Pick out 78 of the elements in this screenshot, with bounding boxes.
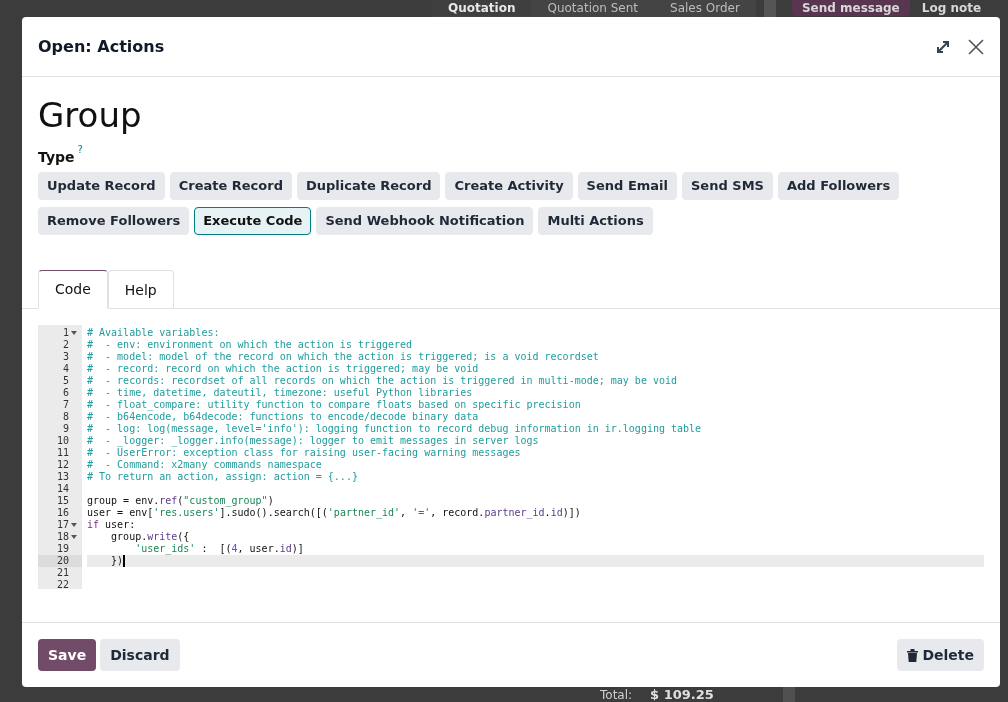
code-line: # - _logger: _logger.info(message): logger to emit messages in server logs: [87, 435, 539, 446]
code-line: # - UserError: exception class for raising user-facing warning messages: [87, 447, 521, 458]
line-number: 9: [62, 423, 69, 435]
code-line: # - Command: x2many commands namespace: [87, 459, 322, 470]
line-number: 1: [62, 327, 69, 339]
code-line: 'user_ids' : [(4, user.id)]: [134, 543, 304, 554]
scrollbar[interactable]: [783, 687, 795, 702]
trash-icon: [907, 648, 919, 662]
action-type-button[interactable]: Send Email: [577, 172, 677, 200]
action-type-button[interactable]: Execute Code: [194, 207, 312, 235]
line-number: 17: [56, 519, 69, 531]
action-type-button[interactable]: Create Record: [169, 172, 292, 200]
action-type-button[interactable]: Create Activity: [445, 172, 573, 200]
line-number: 7: [62, 399, 69, 411]
line-number: 21: [56, 567, 69, 579]
line-number: 5: [62, 375, 69, 387]
code-line: # - b64encode, b64decode: functions to encode/decode binary data: [87, 411, 479, 422]
fold-caret-icon[interactable]: [71, 523, 77, 527]
action-type-button[interactable]: Update Record: [38, 172, 165, 200]
tab[interactable]: Code: [38, 270, 108, 309]
stage-step[interactable]: Sales Order: [654, 0, 756, 16]
fold-caret-icon[interactable]: [71, 535, 77, 539]
stage-step[interactable]: Quotation: [432, 0, 532, 16]
code-line: # - float_compare: utility function to compare floats based on specific precision: [87, 399, 581, 410]
total-value: $ 109.25: [650, 687, 714, 702]
line-number: 18: [56, 531, 69, 543]
line-number: 15: [56, 495, 69, 507]
tab[interactable]: Help: [107, 270, 174, 309]
expand-icon[interactable]: [936, 39, 950, 54]
line-number: 13: [56, 471, 69, 483]
text-cursor: [123, 555, 126, 567]
line-number: 3: [62, 351, 69, 363]
line-number: 10: [56, 435, 69, 447]
line-number: 8: [62, 411, 69, 423]
line-number: 2: [62, 339, 69, 351]
log-note-button[interactable]: Log note: [921, 0, 982, 16]
code-editor[interactable]: [38, 325, 984, 589]
code-line: # - time, datetime, dateutil, timezone: useful Python libraries: [87, 387, 473, 398]
line-number: 14: [56, 483, 69, 495]
line-number: 4: [62, 363, 69, 375]
code-line: # - records: recordset of all records on which the action is triggered in multi-mode; may be void: [87, 375, 677, 386]
stage-step[interactable]: Quotation Sent: [531, 0, 655, 16]
send-message-button[interactable]: Send message: [791, 0, 910, 16]
action-type-button[interactable]: Add Followers: [777, 172, 900, 200]
code-line: # - record: record on which the action is triggered; may be void: [87, 363, 479, 374]
action-type-button[interactable]: Duplicate Record: [296, 172, 441, 200]
line-number: 19: [56, 543, 69, 555]
code-line: # - model: model of the record on which the action is triggered; is a void recordset: [87, 351, 599, 362]
code-line: group = env.ref("custom_group"): [87, 495, 274, 506]
line-number: 11: [56, 447, 69, 459]
code-line: group.write({: [110, 531, 190, 542]
line-number: 6: [62, 387, 69, 399]
code-line: # To return an action, assign: action = {...}: [87, 471, 358, 482]
code-line: if user:: [87, 519, 136, 530]
fold-caret-icon[interactable]: [71, 331, 77, 335]
action-type-button[interactable]: Multi Actions: [538, 207, 653, 235]
line-number: 12: [56, 459, 69, 471]
code-line: # Available variables:: [87, 327, 220, 338]
action-type-button[interactable]: Remove Followers: [38, 207, 190, 235]
line-number: 20: [56, 555, 69, 567]
action-type-button[interactable]: Send SMS: [682, 172, 773, 200]
record-name: Group: [38, 95, 143, 135]
delete-button[interactable]: Delete: [897, 639, 984, 671]
close-icon[interactable]: [968, 38, 984, 55]
type-label: Type: [38, 148, 75, 167]
scrollbar[interactable]: [763, 0, 776, 17]
action-type-button[interactable]: Send Webhook Notification: [316, 207, 534, 235]
total-label: Total:: [600, 687, 633, 702]
dialog-title: Open: Actions: [38, 35, 166, 58]
help-tooltip-mark[interactable]: ?: [77, 145, 83, 155]
line-number: 22: [56, 579, 69, 591]
save-button[interactable]: Save: [38, 639, 97, 671]
code-line: }): [110, 555, 124, 566]
code-line: # - env: environment on which the action is triggered: [87, 339, 413, 350]
code-line: user = env['res.users'].sudo().search([('partner_id', '=', record.partner_id.id)]): [87, 507, 581, 518]
code-line: # - log: log(message, level='info'): logging function to record debug information in ir.logging table: [87, 423, 702, 434]
discard-button[interactable]: Discard: [100, 639, 180, 671]
line-number: 16: [56, 507, 69, 519]
